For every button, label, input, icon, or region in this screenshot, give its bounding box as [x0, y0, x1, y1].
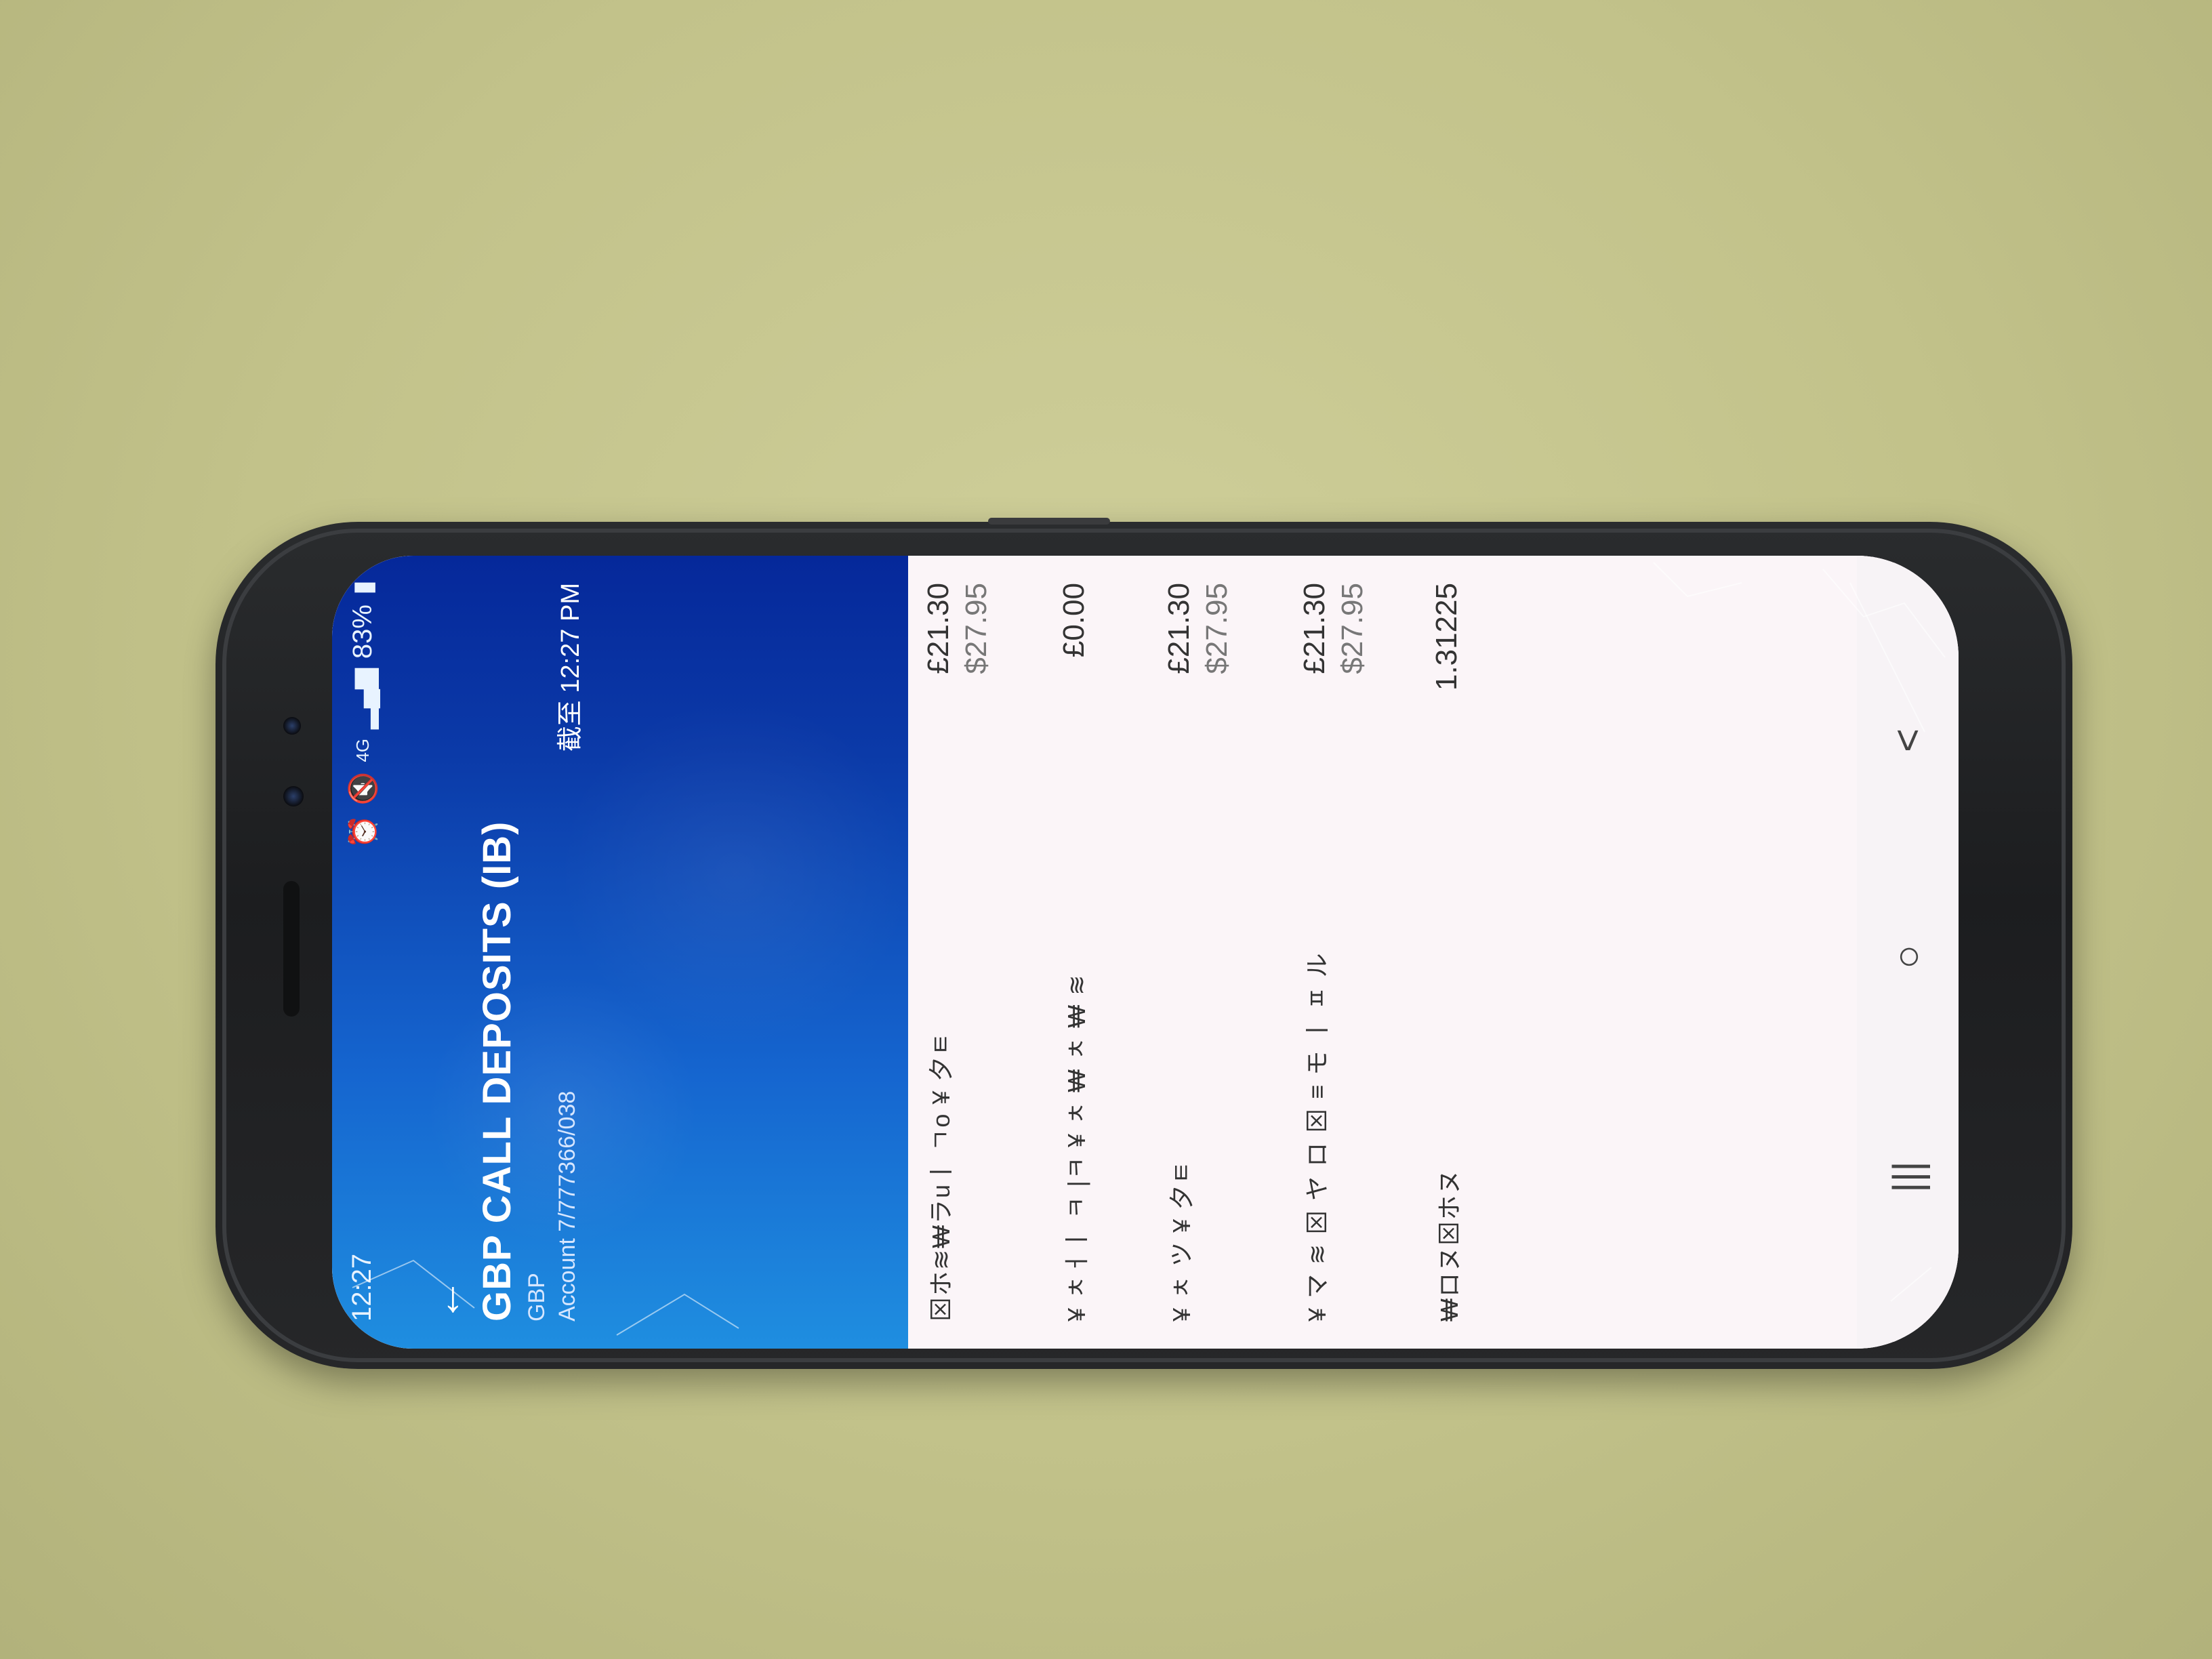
- battery-percent: 83%: [348, 605, 377, 659]
- row-primary-value: £21.30: [922, 583, 955, 674]
- status-time: 12:27: [347, 1253, 377, 1322]
- iris-scanner: [283, 786, 304, 806]
- mute-icon: 🔇: [348, 771, 378, 806]
- row-label: ⊠ホ≋₩ラuㅣ ㄱo ¥ 夕ㅌ: [927, 1031, 955, 1322]
- list-item[interactable]: ₩ロヌ⊠ホヌ 1.31225: [1430, 556, 1552, 1349]
- row-primary-value: 1.31225: [1430, 583, 1463, 691]
- earpiece: [283, 881, 300, 1017]
- as-of-timestamp: 截至 12:27 PM: [556, 583, 585, 752]
- account-currency: GBP: [524, 1273, 550, 1322]
- signal-icon: ▂▄▆: [348, 668, 378, 729]
- row-label: ¥ ㅊ ツ ¥ 夕ㅌ: [1168, 1160, 1195, 1322]
- back-nav-icon[interactable]: <: [1884, 729, 1931, 752]
- row-secondary-value: $27.95: [1200, 583, 1233, 674]
- home-icon[interactable]: ○: [1884, 945, 1931, 969]
- list-item[interactable]: ¥ ㅊㅓㅣ ㅋ |ㅋ ¥ ㅊ ₩ ㅊ ₩ ≋ £0.00: [1057, 556, 1179, 1349]
- balance-list: ⊠ホ≋₩ラuㅣ ㄱo ¥ 夕ㅌ £21.30 $27.95 ¥ ㅊㅓㅣ ㅋ |ㅋ…: [908, 556, 1823, 1349]
- list-item[interactable]: ¥ マ ≋ ⊠ ヤ ロ ⊠ ≡ モ ㅣ ㅍ ル £21.30 $27.95: [1298, 556, 1420, 1349]
- network-label: 4G: [352, 738, 373, 762]
- recents-icon[interactable]: |||: [1884, 1161, 1931, 1193]
- row-label: ¥ マ ≋ ⊠ ヤ ロ ⊠ ≡ モ ㅣ ㅍ ル: [1303, 951, 1331, 1322]
- account-number: Account 7/777366/038: [554, 1090, 580, 1322]
- row-primary-value: £21.30: [1298, 583, 1331, 674]
- front-camera: [283, 717, 301, 735]
- row-secondary-value: $27.95: [960, 583, 993, 674]
- account-title-block: GBP CALL DEPOSITS (IB) GBP Account 7/777…: [474, 821, 581, 1322]
- account-title: GBP CALL DEPOSITS (IB): [475, 821, 519, 1322]
- row-secondary-value: $27.95: [1336, 583, 1369, 674]
- phone-screen: 12:27 ⏰ 🔇 4G ▂▄▆ 83% ▮ ← GBP CALL DEPOSI…: [332, 556, 1959, 1349]
- power-button: [988, 518, 1110, 525]
- system-navigation-bar: ||| ○ <: [1857, 556, 1959, 1349]
- row-primary-value: £0.00: [1057, 583, 1090, 658]
- row-label: ₩ロヌ⊠ホヌ: [1435, 1168, 1463, 1322]
- alarm-icon: ⏰: [348, 815, 378, 849]
- list-item[interactable]: ¥ ㅊ ツ ¥ 夕ㅌ £21.30 $27.95: [1162, 556, 1284, 1349]
- arrow-left-icon[interactable]: ←: [420, 1278, 470, 1322]
- battery-icon: ▮: [348, 580, 378, 596]
- status-icons: ⏰ 🔇 4G ▂▄▆ 83% ▮: [347, 580, 379, 848]
- row-label: ¥ ㅊㅓㅣ ㅋ |ㅋ ¥ ㅊ ₩ ㅊ ₩ ≋: [1063, 973, 1090, 1322]
- row-primary-value: £21.30: [1162, 583, 1195, 674]
- list-item[interactable]: ⊠ホ≋₩ラuㅣ ㄱo ¥ 夕ㅌ £21.30 $27.95: [922, 556, 1044, 1349]
- app-screen: 12:27 ⏰ 🔇 4G ▂▄▆ 83% ▮ ← GBP CALL DEPOSI…: [332, 556, 1959, 1349]
- status-bar: 12:27 ⏰ 🔇 4G ▂▄▆ 83% ▮: [332, 556, 385, 1349]
